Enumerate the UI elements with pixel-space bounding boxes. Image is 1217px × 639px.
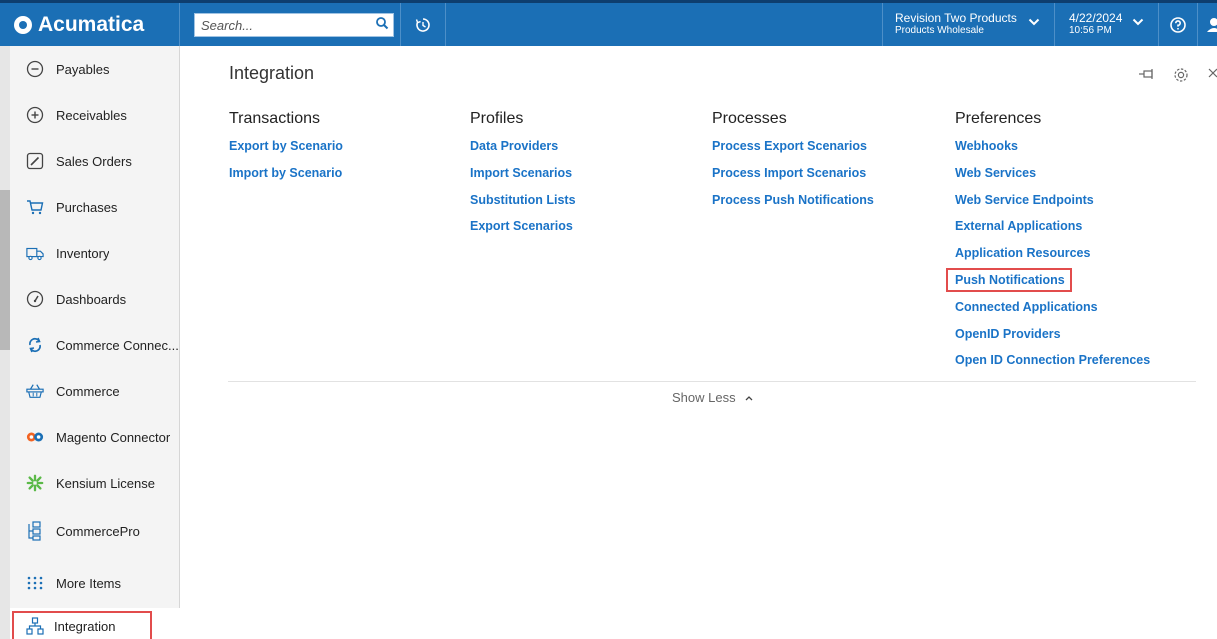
sidebar-item-label: CommercePro bbox=[56, 523, 140, 539]
help-icon bbox=[1170, 16, 1186, 33]
column-header: Transactions bbox=[229, 110, 320, 127]
history-icon bbox=[415, 17, 430, 32]
link-export-by-scenario[interactable]: Export by Scenario bbox=[229, 139, 343, 166]
sidebar-item-commerce[interactable]: Commerce bbox=[12, 368, 180, 414]
link-openid-providers[interactable]: OpenID Providers bbox=[955, 327, 1150, 354]
search-input[interactable] bbox=[201, 17, 371, 33]
link-import-scenarios[interactable]: Import Scenarios bbox=[470, 166, 576, 193]
sidebar-item-inventory[interactable]: Inventory bbox=[12, 230, 180, 276]
sidebar-item-purchases[interactable]: Purchases bbox=[12, 184, 180, 230]
acumatica-logo[interactable]: Acumatica bbox=[0, 3, 180, 46]
sidebar-item-label: Inventory bbox=[56, 245, 110, 261]
column-header: Processes bbox=[712, 110, 787, 127]
sidebar-item-label: Commerce Connec... bbox=[56, 337, 179, 353]
sidebar-item-magento-connector[interactable]: Magento Connector bbox=[12, 414, 180, 460]
sidebar-item-label: Receivables bbox=[56, 107, 127, 123]
close-icon[interactable] bbox=[1208, 66, 1217, 80]
sidebar-item-label: Kensium License bbox=[56, 475, 155, 491]
sidebar-scrollbar[interactable] bbox=[0, 46, 10, 639]
link-substitution-lists[interactable]: Substitution Lists bbox=[470, 193, 576, 220]
chevron-down-icon bbox=[1028, 18, 1040, 26]
sync-icon bbox=[26, 336, 44, 354]
user-menu-button[interactable] bbox=[1198, 3, 1217, 46]
logo-text: Acumatica bbox=[38, 12, 145, 36]
column-header: Profiles bbox=[470, 110, 524, 127]
link-import-by-scenario[interactable]: Import by Scenario bbox=[229, 166, 343, 193]
show-less-button[interactable]: Show Less bbox=[672, 390, 754, 405]
business-date-selector[interactable]: 4/22/2024 10:56 PM bbox=[1054, 3, 1158, 46]
top-bar: Acumatica Revision Two Products Products… bbox=[0, 0, 1217, 46]
link-web-service-endpoints[interactable]: Web Service Endpoints bbox=[955, 193, 1150, 220]
search-box[interactable] bbox=[194, 13, 394, 37]
sidebar-item-label: Integration bbox=[54, 618, 116, 634]
pencil-square-icon bbox=[26, 152, 44, 170]
sidebar-item-kensium-license[interactable]: Kensium License bbox=[12, 460, 180, 506]
column-header: Preferences bbox=[955, 110, 1042, 127]
sidebar-scroll-thumb[interactable] bbox=[0, 190, 10, 350]
hierarchy-icon bbox=[26, 521, 44, 541]
gauge-icon bbox=[26, 290, 44, 308]
pin-icon[interactable] bbox=[1138, 68, 1156, 80]
column-profiles: Profiles Data Providers Import Scenarios… bbox=[470, 110, 576, 246]
minus-circle-icon bbox=[26, 60, 44, 78]
link-data-providers[interactable]: Data Providers bbox=[470, 139, 576, 166]
sidebar-item-commercepro[interactable]: CommercePro bbox=[12, 508, 180, 554]
company-selector[interactable]: Revision Two Products Products Wholesale bbox=[882, 3, 1054, 46]
sidebar-item-label: Dashboards bbox=[56, 291, 127, 307]
magento-logo-icon bbox=[26, 428, 44, 446]
column-preferences: Preferences Webhooks Web Services Web Se… bbox=[955, 110, 1150, 380]
truck-icon bbox=[26, 244, 44, 262]
integration-icon bbox=[26, 617, 44, 635]
link-export-scenarios[interactable]: Export Scenarios bbox=[470, 219, 576, 246]
sidebar-item-dashboards[interactable]: Dashboards bbox=[12, 276, 180, 322]
sidebar-item-label: Payables bbox=[56, 61, 110, 77]
link-external-applications[interactable]: External Applications bbox=[955, 219, 1150, 246]
recent-history-button[interactable] bbox=[400, 3, 446, 46]
plus-circle-icon bbox=[26, 106, 44, 124]
kensium-logo-icon bbox=[26, 474, 44, 492]
link-webhooks[interactable]: Webhooks bbox=[955, 139, 1150, 166]
business-date: 4/22/2024 bbox=[1069, 11, 1123, 25]
divider bbox=[228, 381, 1196, 382]
sidebar-item-payables[interactable]: Payables bbox=[12, 46, 180, 92]
business-time: 10:56 PM bbox=[1069, 25, 1112, 36]
sidebar-item-sales-orders[interactable]: Sales Orders bbox=[12, 138, 180, 184]
link-process-import-scenarios[interactable]: Process Import Scenarios bbox=[712, 166, 874, 193]
cart-icon bbox=[26, 198, 44, 216]
user-icon bbox=[1207, 17, 1217, 32]
column-transactions: Transactions Export by Scenario Import b… bbox=[229, 110, 343, 193]
basket-icon bbox=[26, 382, 44, 400]
help-button[interactable] bbox=[1158, 3, 1198, 46]
link-open-id-connection-preferences[interactable]: Open ID Connection Preferences bbox=[955, 353, 1150, 380]
highlight-box bbox=[946, 268, 1072, 292]
link-process-push-notifications[interactable]: Process Push Notifications bbox=[712, 193, 874, 220]
sidebar-item-label: Sales Orders bbox=[56, 153, 132, 169]
sidebar-item-label: More Items bbox=[56, 575, 122, 591]
sidebar-item-label: Commerce bbox=[56, 383, 120, 399]
link-web-services[interactable]: Web Services bbox=[955, 166, 1150, 193]
chevron-down-icon bbox=[1132, 18, 1144, 26]
sidebar-item-receivables[interactable]: Receivables bbox=[12, 92, 180, 138]
app-window: Acumatica Revision Two Products Products… bbox=[0, 0, 1217, 639]
sidebar-item-commerce-connector[interactable]: Commerce Connec... bbox=[12, 322, 180, 368]
chevron-up-icon bbox=[745, 395, 753, 400]
sidebar-item-label: Purchases bbox=[56, 199, 118, 215]
link-connected-applications[interactable]: Connected Applications bbox=[955, 300, 1150, 327]
link-process-export-scenarios[interactable]: Process Export Scenarios bbox=[712, 139, 874, 166]
sidebar-item-label: Magento Connector bbox=[56, 429, 171, 445]
gear-icon[interactable] bbox=[1172, 66, 1190, 84]
sidebar-item-integration[interactable]: Integration bbox=[12, 611, 152, 639]
show-less-label: Show Less bbox=[672, 390, 736, 405]
grid-dots-icon bbox=[26, 574, 44, 592]
sidebar-item-more-items[interactable]: More Items bbox=[12, 560, 180, 606]
column-processes: Processes Process Export Scenarios Proce… bbox=[712, 110, 874, 219]
logo-mark-icon bbox=[14, 15, 32, 34]
search-icon[interactable] bbox=[375, 16, 389, 30]
page-title: Integration bbox=[229, 63, 315, 83]
